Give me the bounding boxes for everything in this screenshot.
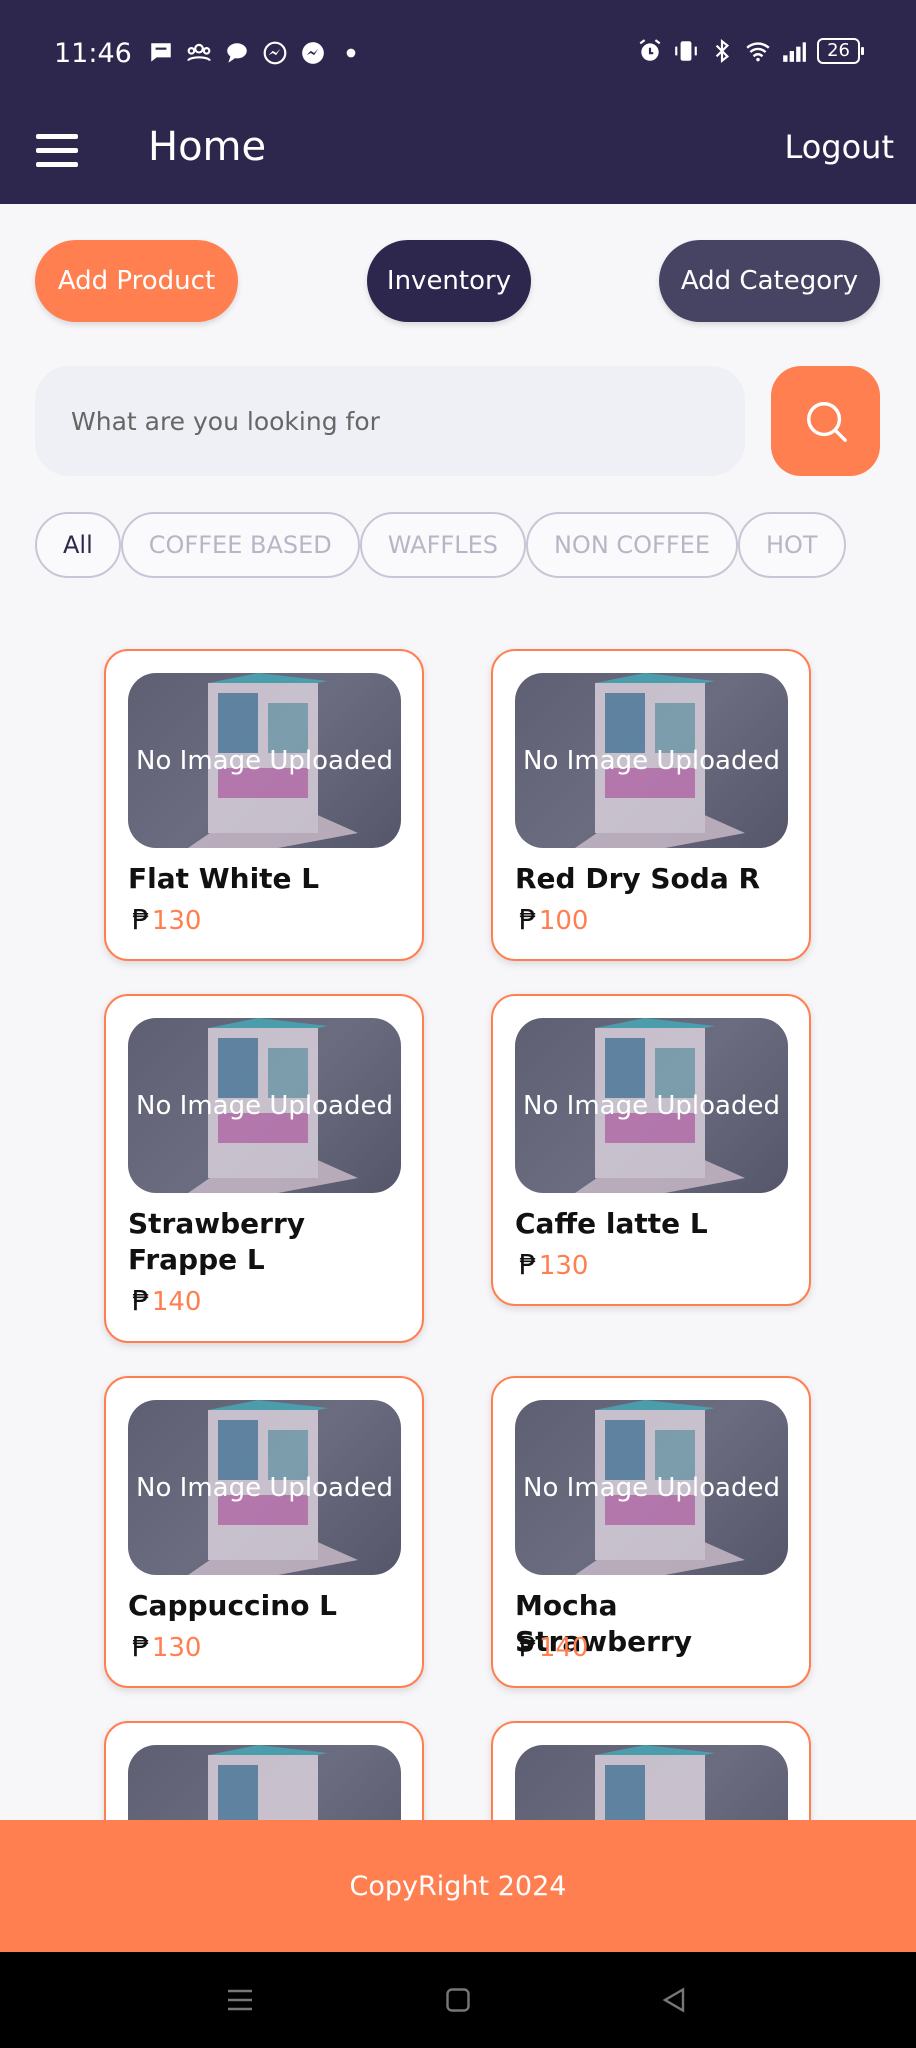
- product-price: ₱130: [132, 1630, 201, 1663]
- product-name: Flat White L: [128, 862, 320, 895]
- recents-icon[interactable]: [222, 1982, 258, 2018]
- category-chip-hot[interactable]: HOT: [737, 512, 846, 578]
- status-bar: 11:46 26: [0, 0, 916, 110]
- product-card[interactable]: No Image Uploaded Caffe latte L ₱130: [491, 994, 811, 1306]
- product-price: ₱130: [132, 903, 201, 936]
- product-card[interactable]: No Image Uploaded Red Dry Soda R ₱100: [491, 649, 811, 961]
- search-input[interactable]: [71, 406, 711, 436]
- search-button[interactable]: [771, 366, 880, 476]
- product-name: Cappuccino L: [128, 1589, 338, 1622]
- message-icon: [227, 43, 247, 63]
- currency-symbol: ₱: [132, 1284, 150, 1317]
- currency-symbol: ₱: [132, 903, 150, 936]
- notification-icons: [148, 40, 364, 66]
- currency-symbol: ₱: [519, 903, 537, 936]
- group-icon: [187, 43, 211, 62]
- no-image-label: No Image Uploaded: [136, 745, 393, 776]
- logout-button[interactable]: Logout: [784, 128, 894, 166]
- product-image-placeholder: No Image Uploaded: [515, 1018, 788, 1193]
- no-image-label: No Image Uploaded: [136, 1472, 393, 1503]
- product-price: ₱140: [132, 1284, 201, 1317]
- product-image-placeholder: No Image Uploaded: [128, 1400, 401, 1575]
- app-bar: Home Logout: [0, 110, 916, 204]
- no-image-label: No Image Uploaded: [523, 1090, 780, 1121]
- messenger-icon: [302, 42, 324, 64]
- currency-symbol: ₱: [519, 1630, 537, 1663]
- search-box: [35, 366, 745, 476]
- product-card[interactable]: No Image Uploaded Mocha Strawberry ₱140: [491, 1376, 811, 1688]
- price-value: 140: [151, 1287, 202, 1317]
- product-name: Strawberry Frappe L: [128, 1207, 306, 1276]
- price-value: 140: [538, 1633, 589, 1663]
- category-filter: All COFFEE BASED WAFFLES NON COFFEE HOT: [35, 512, 880, 580]
- footer: CopyRight 2024: [0, 1820, 916, 1952]
- wifi-icon: [746, 42, 770, 62]
- messenger-icon: [263, 41, 287, 65]
- product-name: Caffe latte L: [515, 1207, 708, 1240]
- signal-icon: [783, 42, 807, 62]
- product-price: ₱140: [519, 1630, 588, 1663]
- bluetooth-icon: [715, 38, 730, 64]
- back-icon[interactable]: [656, 1982, 692, 2018]
- dot-icon: [346, 48, 356, 58]
- system-icons: 26: [637, 38, 864, 64]
- product-card[interactable]: No Image Uploaded Cappuccino L ₱130: [104, 1376, 424, 1688]
- no-image-label: No Image Uploaded: [136, 1090, 393, 1121]
- category-chip-coffee-based[interactable]: COFFEE BASED: [120, 512, 360, 578]
- price-value: 130: [538, 1251, 589, 1281]
- copyright-text: CopyRight 2024: [349, 1870, 567, 1902]
- product-price: ₱100: [519, 903, 588, 936]
- product-image-placeholder: No Image Uploaded: [128, 673, 401, 848]
- price-value: 100: [538, 906, 589, 936]
- inventory-button[interactable]: Inventory: [367, 240, 531, 322]
- product-image-placeholder: No Image Uploaded: [515, 1400, 788, 1575]
- hamburger-icon[interactable]: [36, 130, 78, 172]
- no-image-label: No Image Uploaded: [523, 745, 780, 776]
- category-chip-non-coffee[interactable]: NON COFFEE: [525, 512, 738, 578]
- currency-symbol: ₱: [132, 1630, 150, 1663]
- product-image-placeholder: No Image Uploaded: [515, 673, 788, 848]
- currency-symbol: ₱: [519, 1248, 537, 1281]
- product-price: ₱130: [519, 1248, 588, 1281]
- page-title: Home: [148, 124, 267, 170]
- status-time: 11:46: [54, 38, 132, 69]
- category-chip-waffles[interactable]: WAFFLES: [359, 512, 526, 578]
- alarm-icon: [639, 39, 661, 61]
- chat-icon: [151, 43, 171, 62]
- price-value: 130: [151, 1633, 202, 1663]
- battery-icon: 26: [817, 38, 864, 64]
- home-icon[interactable]: [440, 1982, 476, 2018]
- system-nav-bar: [0, 1952, 916, 2048]
- category-chip-all[interactable]: All: [35, 512, 121, 578]
- price-value: 130: [151, 906, 202, 936]
- search-icon: [806, 402, 847, 442]
- vibrate-icon: [675, 41, 697, 61]
- product-image-placeholder: No Image Uploaded: [128, 1018, 401, 1193]
- product-name: Red Dry Soda R: [515, 862, 761, 895]
- no-image-label: No Image Uploaded: [523, 1472, 780, 1503]
- add-product-button[interactable]: Add Product: [35, 240, 238, 322]
- product-card[interactable]: No Image Uploaded Strawberry Frappe L ₱1…: [104, 994, 424, 1343]
- add-category-button[interactable]: Add Category: [659, 240, 880, 322]
- product-card[interactable]: No Image Uploaded Flat White L ₱130: [104, 649, 424, 961]
